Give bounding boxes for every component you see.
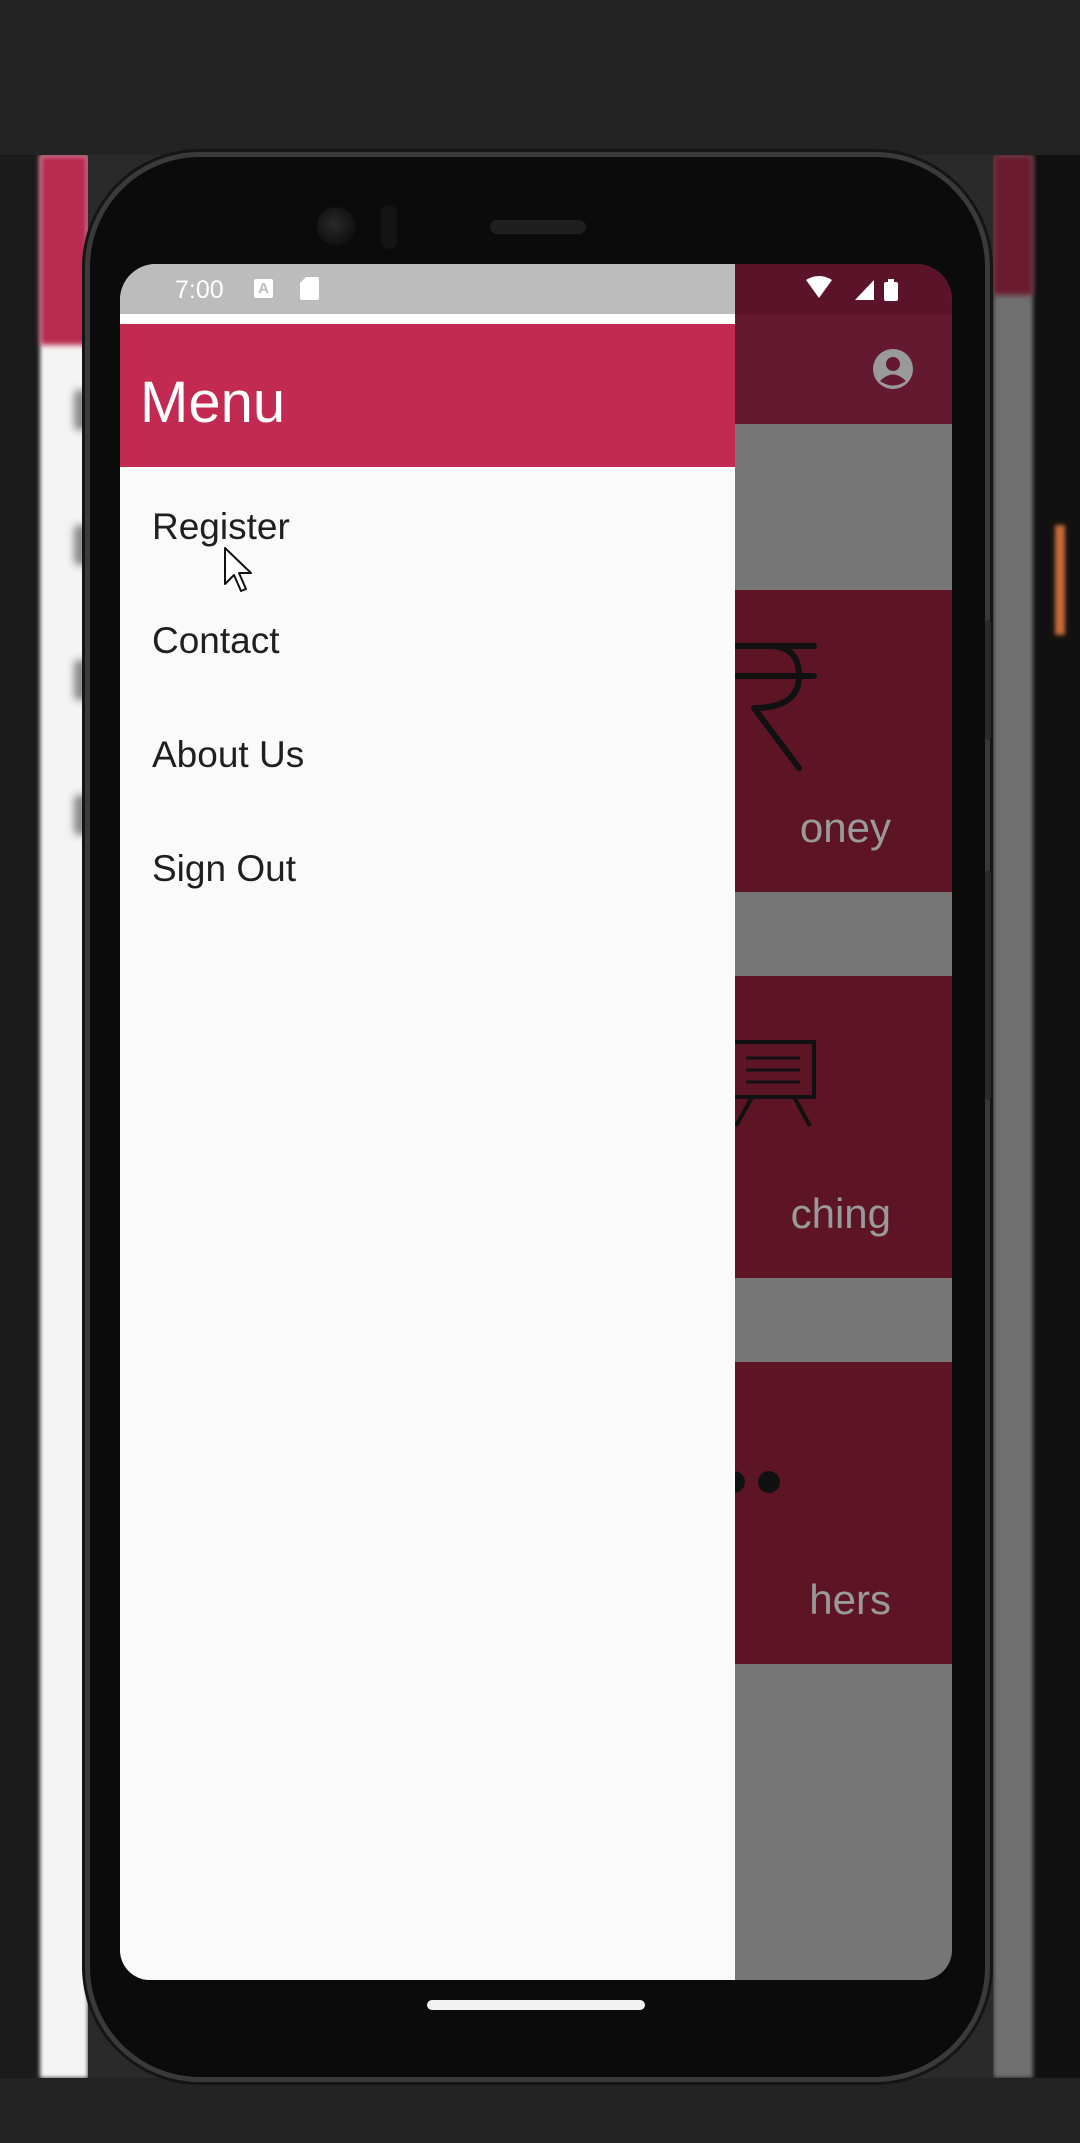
sd-card-icon bbox=[300, 277, 319, 300]
mouse-cursor-icon bbox=[224, 547, 252, 592]
power-button bbox=[985, 620, 991, 740]
drawer-header: Menu bbox=[120, 324, 735, 467]
system-status-icons bbox=[806, 276, 898, 301]
blurred-text bbox=[74, 390, 88, 430]
menu-item-sign-out[interactable]: Sign Out bbox=[120, 811, 735, 925]
a-icon: A bbox=[254, 279, 273, 298]
signal-icon bbox=[855, 280, 874, 300]
blurred-text bbox=[74, 525, 88, 565]
proximity-sensor bbox=[381, 205, 397, 249]
menu-item-label: Contact bbox=[152, 620, 280, 661]
blurred-background-left bbox=[0, 155, 88, 2078]
menu-item-label: Register bbox=[152, 506, 290, 547]
menu-item-label: About Us bbox=[152, 734, 305, 775]
screenshot-stage: oney ching hers 7:00 A Menu Register Con… bbox=[0, 0, 1080, 2143]
menu-item-label: Sign Out bbox=[152, 848, 296, 889]
blurred-button bbox=[1055, 525, 1065, 635]
status-time: 7:00 bbox=[175, 276, 224, 304]
volume-button bbox=[985, 870, 991, 1100]
menu-item-register[interactable]: Register bbox=[120, 469, 735, 583]
account-circle-icon[interactable] bbox=[872, 348, 914, 390]
menu-item-about-us[interactable]: About Us bbox=[120, 697, 735, 811]
wifi-icon bbox=[806, 276, 832, 298]
navigation-drawer: 7:00 A Menu Register Contact About Us Si… bbox=[120, 264, 735, 1980]
menu-item-contact[interactable]: Contact bbox=[120, 583, 735, 697]
blurred-background-right bbox=[993, 155, 1080, 2078]
blurred-strip bbox=[40, 155, 88, 2078]
blurred-text bbox=[74, 660, 88, 700]
battery-icon bbox=[884, 279, 898, 301]
home-gesture-bar[interactable] bbox=[427, 2000, 645, 2010]
earpiece-speaker bbox=[490, 220, 586, 234]
drawer-status-bar: 7:00 A bbox=[120, 264, 735, 314]
blurred-strip bbox=[993, 155, 1033, 2078]
blurred-text bbox=[74, 795, 88, 835]
blurred-header bbox=[40, 155, 88, 345]
blurred-header bbox=[993, 155, 1033, 295]
drawer-divider bbox=[120, 314, 735, 324]
drawer-title: Menu bbox=[140, 370, 286, 435]
front-camera bbox=[317, 207, 355, 245]
phone-screen: oney ching hers 7:00 A Menu Register Con… bbox=[120, 264, 952, 1980]
